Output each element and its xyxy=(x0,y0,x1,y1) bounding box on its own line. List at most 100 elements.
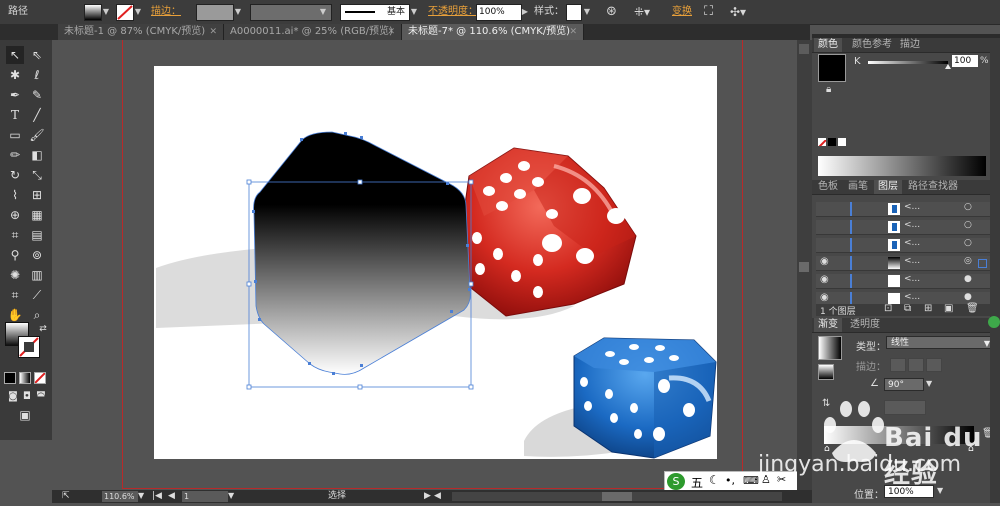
first-artboard-icon[interactable]: |◀ xyxy=(152,490,162,502)
blue-die[interactable] xyxy=(573,337,717,459)
opacity-field[interactable]: 100% xyxy=(476,4,522,21)
draw-inside-icon[interactable]: ◚ xyxy=(32,388,50,406)
pencil-tool-icon[interactable]: ✏ xyxy=(6,146,24,164)
gradient-fill-icon[interactable] xyxy=(818,364,834,380)
stroke-swatch[interactable] xyxy=(116,4,134,21)
selection-tool-icon[interactable]: ↖ xyxy=(6,46,24,64)
screen-mode-icon[interactable]: ▣ xyxy=(16,406,34,424)
tab-swatches[interactable]: 色板 xyxy=(814,180,842,194)
scroll-thumb[interactable] xyxy=(799,262,809,272)
close-icon[interactable]: ✕ xyxy=(569,24,577,40)
stroke-along-icon[interactable] xyxy=(908,358,924,372)
stroke-label[interactable]: 描边： xyxy=(151,0,181,24)
tab-layers[interactable]: 图层 xyxy=(874,180,902,194)
previous-artboard-icon[interactable]: ◀ xyxy=(168,490,175,502)
tab-untitled-7[interactable]: 未标题-7* @ 110.6% (CMYK/预览) ✕ xyxy=(402,24,584,40)
tab-a0000011[interactable]: A0000011.ai* @ 25% (RGB/预览) ✕ xyxy=(224,24,402,40)
zoom-field[interactable]: 110.6% xyxy=(102,491,138,502)
layer-row[interactable]: ◉ <... ● xyxy=(816,274,996,289)
tab-stroke[interactable]: 描边 xyxy=(896,38,924,52)
direct-selection-tool-icon[interactable]: ⇖ xyxy=(28,46,46,64)
horizontal-scrollbar[interactable] xyxy=(452,492,782,501)
panel-badge-icon[interactable] xyxy=(988,316,1000,328)
locate-object-icon[interactable]: ⊡ xyxy=(884,303,892,314)
scroll-left-icon[interactable]: ◀ xyxy=(434,490,441,502)
artboard-nav-icon[interactable]: ⇱ xyxy=(62,490,70,502)
more-options-icon[interactable]: ✣▾ xyxy=(730,0,746,24)
selected-art-indicator[interactable] xyxy=(978,259,987,268)
brush-definition-field[interactable]: 基本 xyxy=(340,4,410,21)
layer-name[interactable]: <... xyxy=(904,256,920,266)
delete-layer-icon[interactable]: 🗑︎ xyxy=(966,303,979,314)
pen-tool-icon[interactable]: ✒ xyxy=(6,86,24,104)
artboard-number-field[interactable]: 1 xyxy=(182,491,228,502)
free-transform-tool-icon[interactable]: ⊞ xyxy=(28,186,46,204)
tab-pathfinder[interactable]: 路径查找器 xyxy=(904,180,962,194)
line-tool-icon[interactable]: ╱ xyxy=(28,106,46,124)
swap-colors-icon[interactable]: ⇄ xyxy=(34,320,52,338)
variable-width-dropdown-icon[interactable]: ▼ xyxy=(318,6,328,17)
clipping-mask-icon[interactable]: ⧉ xyxy=(904,303,911,314)
none-mode-icon[interactable] xyxy=(34,372,46,384)
lock-icon[interactable]: 🔒︎ xyxy=(826,84,831,95)
eye-icon[interactable]: ◉ xyxy=(820,274,829,285)
curvature-tool-icon[interactable]: ✎ xyxy=(28,86,46,104)
paintbrush-tool-icon[interactable]: 🖌 xyxy=(28,126,46,144)
layer-name[interactable]: <... xyxy=(904,274,920,284)
new-layer-icon[interactable]: ▣ xyxy=(944,303,953,314)
keyboard-icon[interactable]: ⌨ xyxy=(743,474,759,487)
eye-icon[interactable]: ◉ xyxy=(820,292,829,303)
angle-field[interactable]: 90° xyxy=(884,378,924,391)
gradient-shape[interactable] xyxy=(253,132,471,375)
mesh-tool-icon[interactable]: ⌗ xyxy=(6,226,24,244)
tab-brushes[interactable]: 画笔 xyxy=(844,180,872,194)
target-icon[interactable]: ◎ xyxy=(964,256,972,266)
type-dropdown[interactable]: 线性 ▼ xyxy=(886,336,994,349)
color-spectrum[interactable] xyxy=(818,156,986,176)
ime-mode-label[interactable]: 五 xyxy=(691,474,703,490)
stroke-weight-field[interactable] xyxy=(196,4,234,21)
color-mode-icon[interactable] xyxy=(4,372,16,384)
artboard-tool-icon[interactable]: ⌗ xyxy=(6,286,24,304)
scroll-up-icon[interactable] xyxy=(799,44,809,54)
none-color-icon[interactable] xyxy=(818,138,826,146)
position-dropdown-icon[interactable]: ▼ xyxy=(937,486,943,495)
target-icon[interactable]: ○ xyxy=(964,238,972,248)
tab-color-guide[interactable]: 颜色参考 xyxy=(848,38,896,52)
stroke-within-icon[interactable] xyxy=(890,358,906,372)
scale-tool-icon[interactable]: ⤡ xyxy=(28,166,46,184)
layer-name[interactable]: <... xyxy=(904,238,920,248)
moon-icon[interactable]: ☾ xyxy=(709,473,720,487)
eraser-tool-icon[interactable]: ◧ xyxy=(28,146,46,164)
rectangle-tool-icon[interactable]: ▭ xyxy=(6,126,24,144)
new-sublayer-icon[interactable]: ⊞ xyxy=(924,303,932,314)
target-icon[interactable]: ○ xyxy=(964,220,972,230)
transform-label[interactable]: 变换 xyxy=(672,0,692,24)
punctuation-icon[interactable]: •, xyxy=(725,474,735,487)
target-icon[interactable]: ● xyxy=(964,292,972,302)
brush-dropdown-icon[interactable]: ▼ xyxy=(409,6,419,17)
vertical-scrollbar[interactable] xyxy=(797,40,812,490)
target-icon[interactable]: ○ xyxy=(964,202,972,212)
isolate-icon[interactable]: ⛶ xyxy=(704,0,713,24)
close-icon[interactable]: ✕ xyxy=(209,24,217,40)
magic-wand-tool-icon[interactable]: ✱ xyxy=(6,66,24,84)
status-menu-icon[interactable]: ▶ xyxy=(424,490,431,502)
style-dropdown-icon[interactable]: ▼ xyxy=(582,6,592,17)
red-die[interactable] xyxy=(461,147,637,317)
style-swatch[interactable] xyxy=(566,4,582,21)
k-value-field[interactable]: 100 xyxy=(952,55,978,67)
tab-gradient[interactable]: 渐变 xyxy=(814,318,842,332)
angle-dropdown-icon[interactable]: ▼ xyxy=(926,379,932,388)
reverse-gradient-icon[interactable]: ⇅ xyxy=(822,398,830,409)
gradient-mode-icon[interactable] xyxy=(19,372,31,384)
white-color-icon[interactable] xyxy=(838,138,846,146)
symbol-sprayer-tool-icon[interactable]: ✺ xyxy=(6,266,24,284)
aspect-ratio-field[interactable] xyxy=(884,400,926,415)
eyedropper-tool-icon[interactable]: ⚲ xyxy=(6,246,24,264)
gradient-tool-icon[interactable]: ▤ xyxy=(28,226,46,244)
opacity-label[interactable]: 不透明度： xyxy=(428,0,478,24)
k-slider-thumb[interactable] xyxy=(945,64,951,69)
tab-transparency[interactable]: 透明度 xyxy=(846,318,884,332)
stroke-weight-dropdown-icon[interactable]: ▼ xyxy=(233,6,243,17)
